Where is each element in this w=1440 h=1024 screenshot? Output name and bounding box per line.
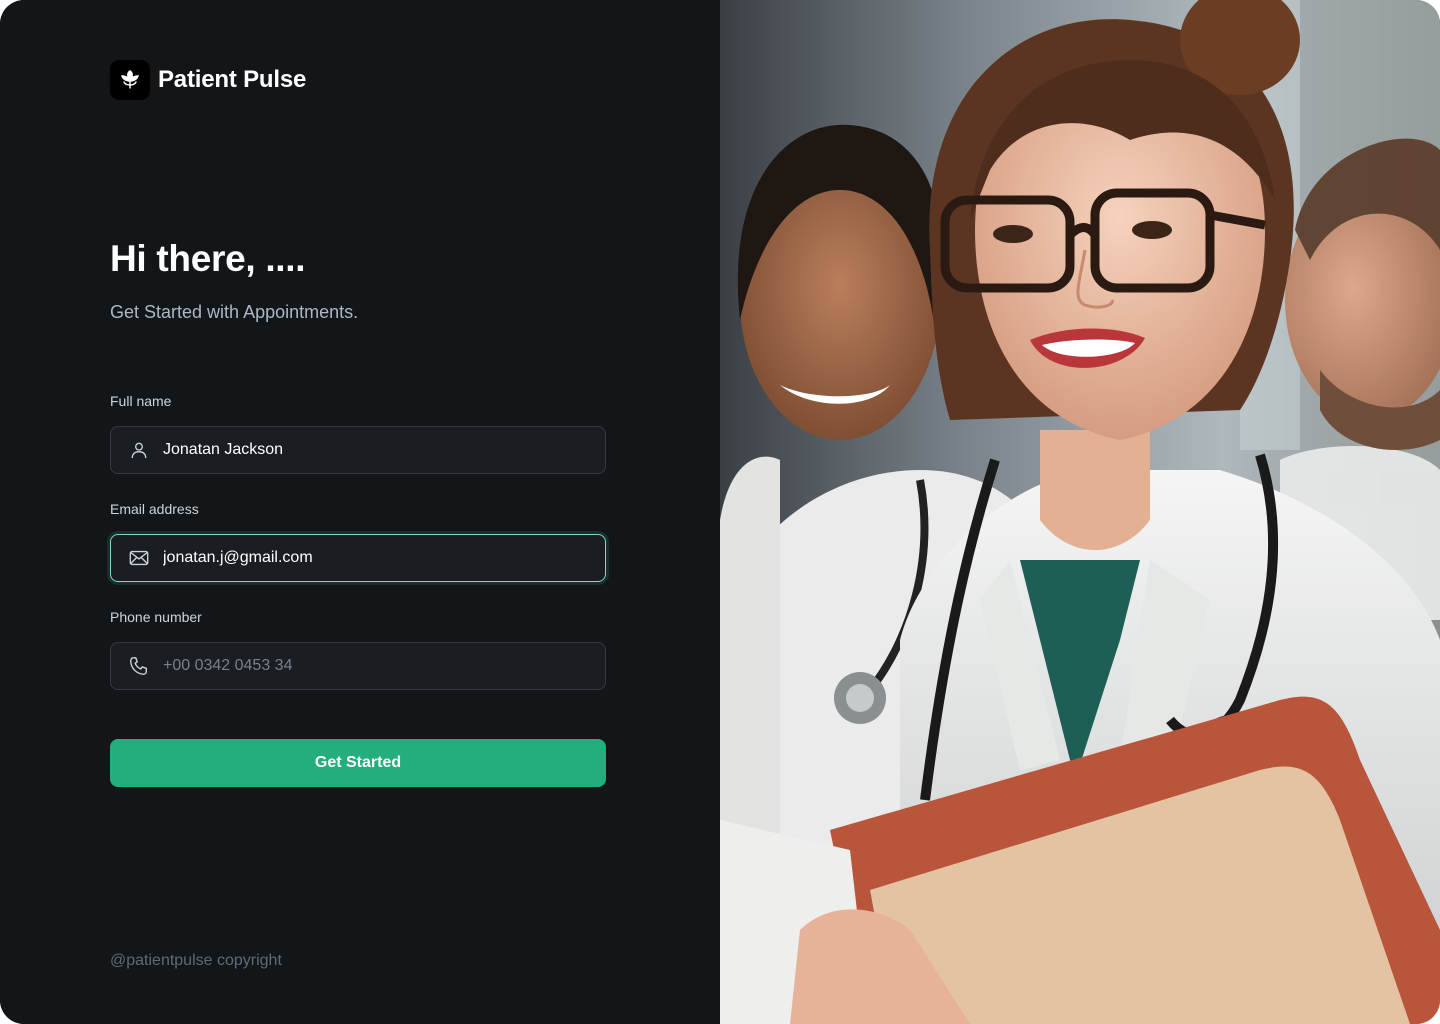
brand: Patient Pulse [110, 60, 306, 100]
phone-label: Phone number [110, 609, 202, 625]
full-name-label: Full name [110, 393, 172, 409]
doctors-photo [720, 0, 1440, 1024]
full-name-field[interactable] [110, 426, 606, 474]
get-started-button[interactable]: Get Started [110, 739, 606, 787]
email-field[interactable] [110, 534, 606, 582]
user-icon [127, 438, 151, 462]
mail-icon [127, 546, 151, 570]
phone-field[interactable] [110, 642, 606, 690]
brand-name: Patient Pulse [158, 66, 307, 93]
signup-panel: Patient Pulse Hi there, .... Get Started… [0, 0, 720, 1024]
phone-input[interactable] [163, 643, 605, 689]
email-input[interactable] [163, 535, 605, 581]
page-subtitle: Get Started with Appointments. [110, 302, 359, 322]
full-name-input[interactable] [163, 427, 605, 473]
copyright-text: @patientpulse copyright [110, 952, 282, 969]
signup-window: Patient Pulse Hi there, .... Get Started… [0, 0, 1440, 1024]
phone-icon [127, 654, 151, 678]
hero-image [720, 0, 1440, 1024]
email-label: Email address [110, 501, 199, 517]
flower-logo-icon [110, 60, 150, 100]
page-title: Hi there, .... [110, 238, 306, 279]
